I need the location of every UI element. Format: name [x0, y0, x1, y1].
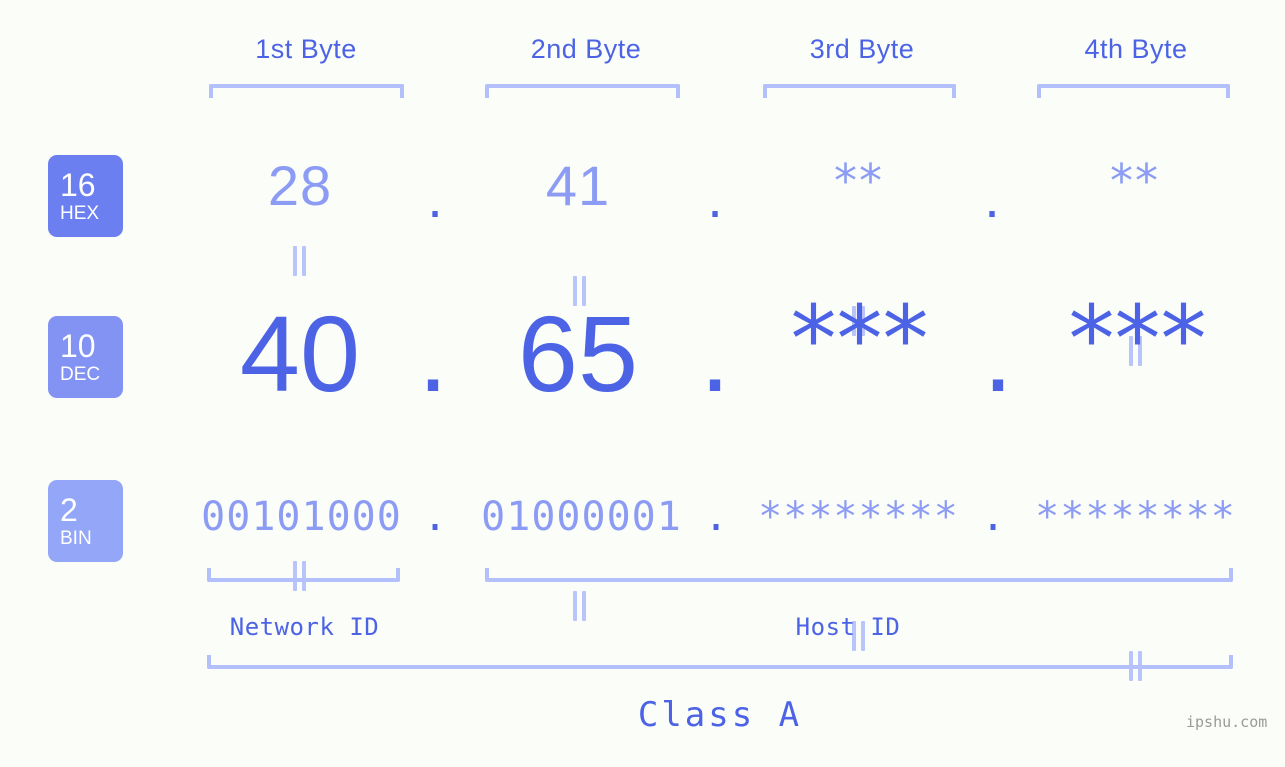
class-label: Class A	[637, 695, 803, 735]
dec-byte-3: ***	[790, 286, 929, 393]
site-watermark: ipshu.com	[1186, 713, 1268, 731]
radix-badge-bin: 2 BIN	[48, 480, 123, 562]
radix-badge-dec: 10 DEC	[48, 316, 123, 398]
dec-byte-1: 40	[239, 293, 361, 414]
hex-byte-4: **	[1110, 154, 1160, 208]
hex-separator-2: .	[707, 166, 723, 229]
network-id-bracket	[207, 568, 400, 582]
bin-byte-4: ********	[1035, 494, 1236, 540]
radix-badge-dec-name: DEC	[60, 364, 101, 385]
host-id-bracket	[485, 568, 1233, 582]
bin-byte-1: 00101000	[201, 494, 402, 540]
hex-separator-1: .	[427, 166, 443, 229]
radix-badge-dec-number: 10	[60, 328, 96, 364]
equals-connector-hex-dec-1	[291, 246, 309, 276]
class-bracket	[207, 655, 1233, 669]
byte-bracket-4	[1037, 84, 1230, 98]
byte-header-2: 2nd Byte	[530, 34, 642, 64]
host-id-label: Host ID	[795, 613, 901, 641]
radix-badge-bin-number: 2	[60, 492, 78, 528]
byte-header-3: 3rd Byte	[809, 34, 915, 64]
bin-byte-2: 01000001	[481, 494, 682, 540]
byte-header-4: 4th Byte	[1084, 34, 1188, 64]
radix-badge-hex: 16 HEX	[48, 155, 123, 237]
byte-bracket-3	[763, 84, 956, 98]
dec-byte-4: ***	[1068, 286, 1207, 393]
network-id-label: Network ID	[229, 613, 380, 641]
hex-byte-2: 41	[545, 154, 611, 217]
ip-breakdown-diagram: 1st Byte 2nd Byte 3rd Byte 4th Byte 16 H…	[0, 0, 1285, 767]
equals-connector-dec-bin-2	[571, 591, 589, 621]
byte-bracket-2	[485, 84, 680, 98]
radix-badge-hex-name: HEX	[60, 203, 100, 224]
radix-badge-bin-name: BIN	[60, 528, 92, 549]
hex-byte-1: 28	[267, 154, 333, 217]
radix-badge-hex-number: 16	[60, 167, 96, 203]
dec-byte-2: 65	[517, 293, 639, 414]
hex-byte-3: **	[834, 154, 884, 208]
byte-bracket-1	[209, 84, 404, 98]
hex-separator-3: .	[984, 166, 1000, 229]
bin-byte-3: ********	[758, 494, 959, 540]
bin-separator-1: .	[422, 494, 448, 540]
byte-header-1: 1st Byte	[255, 34, 357, 64]
